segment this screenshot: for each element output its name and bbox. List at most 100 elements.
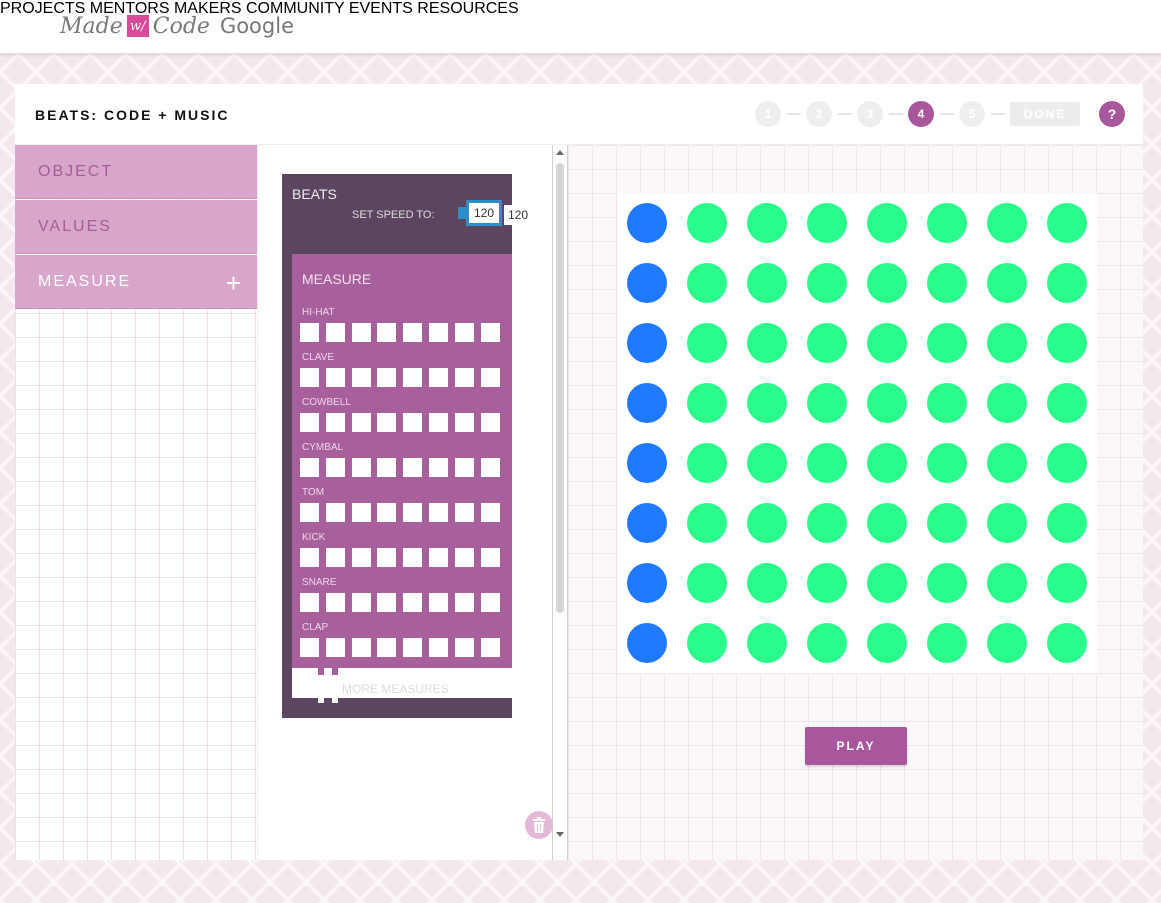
category-object[interactable]: OBJECT	[15, 145, 257, 199]
beat-checkbox[interactable]	[429, 593, 448, 612]
speed-input[interactable]: 120	[469, 203, 499, 223]
step-2[interactable]: 2	[806, 101, 832, 127]
step-5[interactable]: 5	[959, 101, 985, 127]
help-button[interactable]: ?	[1099, 101, 1125, 127]
beat-checkbox[interactable]	[377, 368, 397, 387]
beat-checkbox[interactable]	[403, 323, 423, 342]
beat-checkbox[interactable]	[429, 638, 448, 657]
beat-checkbox[interactable]	[403, 368, 423, 387]
beat-checkbox[interactable]	[351, 593, 371, 612]
beat-checkbox[interactable]	[300, 368, 319, 387]
beat-checkbox[interactable]	[351, 548, 371, 567]
beat-checkbox[interactable]	[403, 503, 423, 522]
beat-dot	[687, 623, 727, 663]
beat-dot	[927, 563, 967, 603]
beat-checkbox[interactable]	[325, 413, 345, 432]
workspace-scrollbar[interactable]	[552, 145, 568, 860]
beat-dot	[687, 383, 727, 423]
beat-checkbox[interactable]	[351, 638, 371, 657]
beat-checkbox[interactable]	[429, 413, 448, 432]
more-measures-slot[interactable]: MORE MEASURES	[292, 668, 512, 698]
measure-block[interactable]: MEASURE HI-HAT CLAVE COWBELL CYMBAL TOM KICK S…	[292, 254, 512, 668]
beat-checkbox[interactable]	[454, 503, 474, 522]
beats-block[interactable]: BEATS SET SPEED TO: 120 120 MEASURE HI-H…	[282, 174, 565, 718]
beat-checkbox[interactable]	[454, 593, 474, 612]
beat-checkbox[interactable]	[300, 548, 319, 567]
beat-checkbox[interactable]	[300, 323, 319, 342]
beat-checkbox[interactable]	[480, 548, 500, 567]
top-navigation: Made w/ Code Google PROJECTS MENTORS MAK…	[0, 0, 1161, 54]
beat-checkbox[interactable]	[429, 458, 448, 477]
beat-checkbox[interactable]	[377, 548, 397, 567]
step-4[interactable]: 4	[908, 101, 934, 127]
beat-checkbox[interactable]	[454, 413, 474, 432]
beat-dot	[987, 503, 1027, 543]
made-with-code-logo[interactable]: Made w/ Code Google	[60, 10, 294, 42]
beat-checkbox[interactable]	[480, 413, 500, 432]
beat-checkbox[interactable]	[480, 323, 500, 342]
beat-checkbox[interactable]	[325, 323, 345, 342]
done-button[interactable]: DONE	[1010, 102, 1080, 126]
beat-checkbox[interactable]	[325, 458, 345, 477]
beat-checkbox[interactable]	[300, 413, 319, 432]
beat-checkbox[interactable]	[351, 323, 371, 342]
step-1[interactable]: 1	[755, 101, 781, 127]
beat-checkbox[interactable]	[325, 593, 345, 612]
beat-checkbox[interactable]	[300, 593, 319, 612]
beat-checkbox[interactable]	[300, 458, 319, 477]
scroll-up-icon[interactable]	[556, 150, 564, 155]
beat-checkbox[interactable]	[429, 503, 448, 522]
beat-checkbox[interactable]	[300, 638, 319, 657]
beat-checkbox[interactable]	[454, 458, 474, 477]
beat-checkbox[interactable]	[325, 548, 345, 567]
category-values[interactable]: VALUES	[15, 200, 257, 254]
beat-dot	[867, 323, 907, 363]
beat-checkbox[interactable]	[351, 503, 371, 522]
step-3[interactable]: 3	[857, 101, 883, 127]
beat-checkbox[interactable]	[403, 458, 423, 477]
beat-checkbox[interactable]	[325, 368, 345, 387]
beat-checkbox[interactable]	[454, 548, 474, 567]
category-measure[interactable]: MEASURE +	[15, 255, 257, 309]
beat-checkbox[interactable]	[454, 323, 474, 342]
beat-checkbox[interactable]	[403, 413, 423, 432]
beat-checkbox[interactable]	[325, 638, 345, 657]
project-title: BEATS: CODE + MUSIC	[35, 107, 230, 123]
beat-dot	[1047, 503, 1087, 543]
trash-icon[interactable]	[525, 811, 553, 839]
nav-events[interactable]: EVENTS	[349, 0, 413, 17]
beat-checkbox[interactable]	[325, 503, 345, 522]
beat-checkbox[interactable]	[351, 458, 371, 477]
scrollbar-thumb[interactable]	[556, 163, 564, 613]
beat-checkbox[interactable]	[480, 593, 500, 612]
beat-checkbox[interactable]	[377, 593, 397, 612]
beat-checkbox[interactable]	[377, 458, 397, 477]
beat-checkbox[interactable]	[480, 458, 500, 477]
beat-checkbox[interactable]	[429, 323, 448, 342]
beat-checkbox[interactable]	[454, 638, 474, 657]
plus-icon[interactable]: +	[226, 268, 243, 299]
beat-checkbox[interactable]	[377, 323, 397, 342]
nav-resources[interactable]: RESOURCES	[417, 0, 518, 17]
beat-checkbox[interactable]	[480, 368, 500, 387]
beat-checkbox[interactable]	[480, 503, 500, 522]
beat-checkbox[interactable]	[351, 368, 371, 387]
beat-checkbox[interactable]	[300, 503, 319, 522]
beat-checkbox[interactable]	[454, 368, 474, 387]
beat-dot	[687, 263, 727, 303]
beat-checkbox[interactable]	[403, 548, 423, 567]
beat-checkbox[interactable]	[429, 548, 448, 567]
beat-checkbox[interactable]	[403, 638, 423, 657]
beat-checkbox[interactable]	[377, 503, 397, 522]
speed-value-block[interactable]: 120	[466, 200, 502, 226]
scroll-down-icon[interactable]	[556, 832, 564, 837]
beat-checkbox[interactable]	[429, 368, 448, 387]
speed-input-editor[interactable]: 120	[504, 205, 532, 225]
beat-checkbox[interactable]	[403, 593, 423, 612]
beat-checkbox[interactable]	[377, 413, 397, 432]
beat-checkbox[interactable]	[351, 413, 371, 432]
beat-checkbox[interactable]	[480, 638, 500, 657]
beat-checkbox[interactable]	[377, 638, 397, 657]
play-button[interactable]: PLAY	[805, 727, 907, 765]
beat-dot	[807, 623, 847, 663]
